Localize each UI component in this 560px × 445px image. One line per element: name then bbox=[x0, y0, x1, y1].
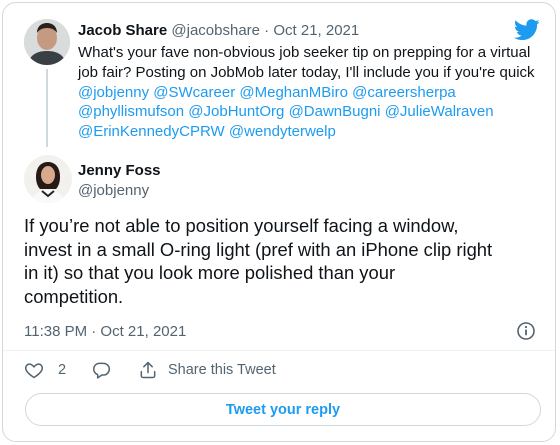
mention-link[interactable]: @careersherpa bbox=[352, 84, 456, 101]
mention-line: @jobjenny @SWcareer @MeghanMBiro @career… bbox=[78, 83, 535, 103]
tweet-text-line: If you’re not able to position yourself … bbox=[24, 215, 459, 236]
twitter-bird-icon[interactable] bbox=[513, 19, 540, 41]
share-action[interactable]: Share this Tweet bbox=[138, 360, 276, 380]
separator: · bbox=[260, 22, 274, 39]
avatar[interactable] bbox=[24, 155, 72, 203]
reply-tweet-text: What's your fave non-obvious job seeker … bbox=[78, 43, 535, 142]
mention-link[interactable]: @ErinKennedyCPRW bbox=[78, 123, 225, 140]
like-count: 2 bbox=[58, 362, 67, 378]
mention-link[interactable]: @phyllismufson bbox=[78, 103, 184, 120]
avatar[interactable] bbox=[24, 19, 70, 65]
like-action[interactable]: 2 bbox=[24, 360, 66, 380]
info-icon[interactable] bbox=[516, 321, 536, 341]
mention-link[interactable]: @JulieWalraven bbox=[385, 103, 494, 120]
author-handle[interactable]: @jacobshare bbox=[171, 22, 260, 39]
tweet-text-line: job fair? Posting on JobMob later today,… bbox=[78, 63, 535, 81]
tweet-text: If you’re not able to position yourself … bbox=[24, 214, 492, 309]
mention-link[interactable]: @SWcareer bbox=[153, 84, 235, 101]
reply-tweet-header: Jacob Share @jacobshare · Oct 21, 2021 bbox=[78, 22, 359, 39]
tweet-timestamp[interactable]: 11:38 PM · Oct 21, 2021 bbox=[24, 323, 186, 340]
share-icon[interactable] bbox=[138, 360, 158, 380]
mention-link[interactable]: @DawnBugni bbox=[289, 103, 381, 120]
author-handle[interactable]: @jobjenny bbox=[78, 182, 149, 199]
tweet-text-line: in it) so that you look more polished th… bbox=[24, 262, 396, 284]
tweet-text-line: What's your fave non-obvious job seeker … bbox=[78, 44, 531, 61]
reply-action[interactable] bbox=[91, 360, 111, 380]
mention-link[interactable]: @wendyterwelp bbox=[229, 123, 336, 140]
share-label[interactable]: Share this Tweet bbox=[168, 362, 276, 378]
tweet-text-line: invest in a small O-ring light (pref wit… bbox=[24, 238, 493, 260]
mention-link[interactable]: @MeghanMBiro bbox=[239, 84, 348, 101]
author-name[interactable]: Jenny Foss bbox=[78, 162, 161, 179]
heart-icon[interactable] bbox=[24, 360, 44, 380]
divider bbox=[3, 350, 555, 351]
tweet-card: Jacob Share @jacobshare · Oct 21, 2021 W… bbox=[2, 2, 556, 442]
thread-connector bbox=[46, 69, 48, 147]
mention-link[interactable]: @JobHuntOrg bbox=[188, 103, 284, 120]
tweet-text-line: competition. bbox=[24, 286, 124, 308]
tweet-date[interactable]: Oct 21, 2021 bbox=[273, 22, 359, 39]
mention-line: @ErinKennedyCPRW @wendyterwelp bbox=[78, 122, 535, 142]
mention-line: @phyllismufson @JobHuntOrg @DawnBugni @J… bbox=[78, 102, 535, 122]
author-name[interactable]: Jacob Share bbox=[78, 22, 167, 39]
mention-link[interactable]: @jobjenny bbox=[78, 84, 149, 101]
tweet-reply-button[interactable]: Tweet your reply bbox=[25, 393, 541, 426]
comment-icon[interactable] bbox=[91, 360, 111, 380]
